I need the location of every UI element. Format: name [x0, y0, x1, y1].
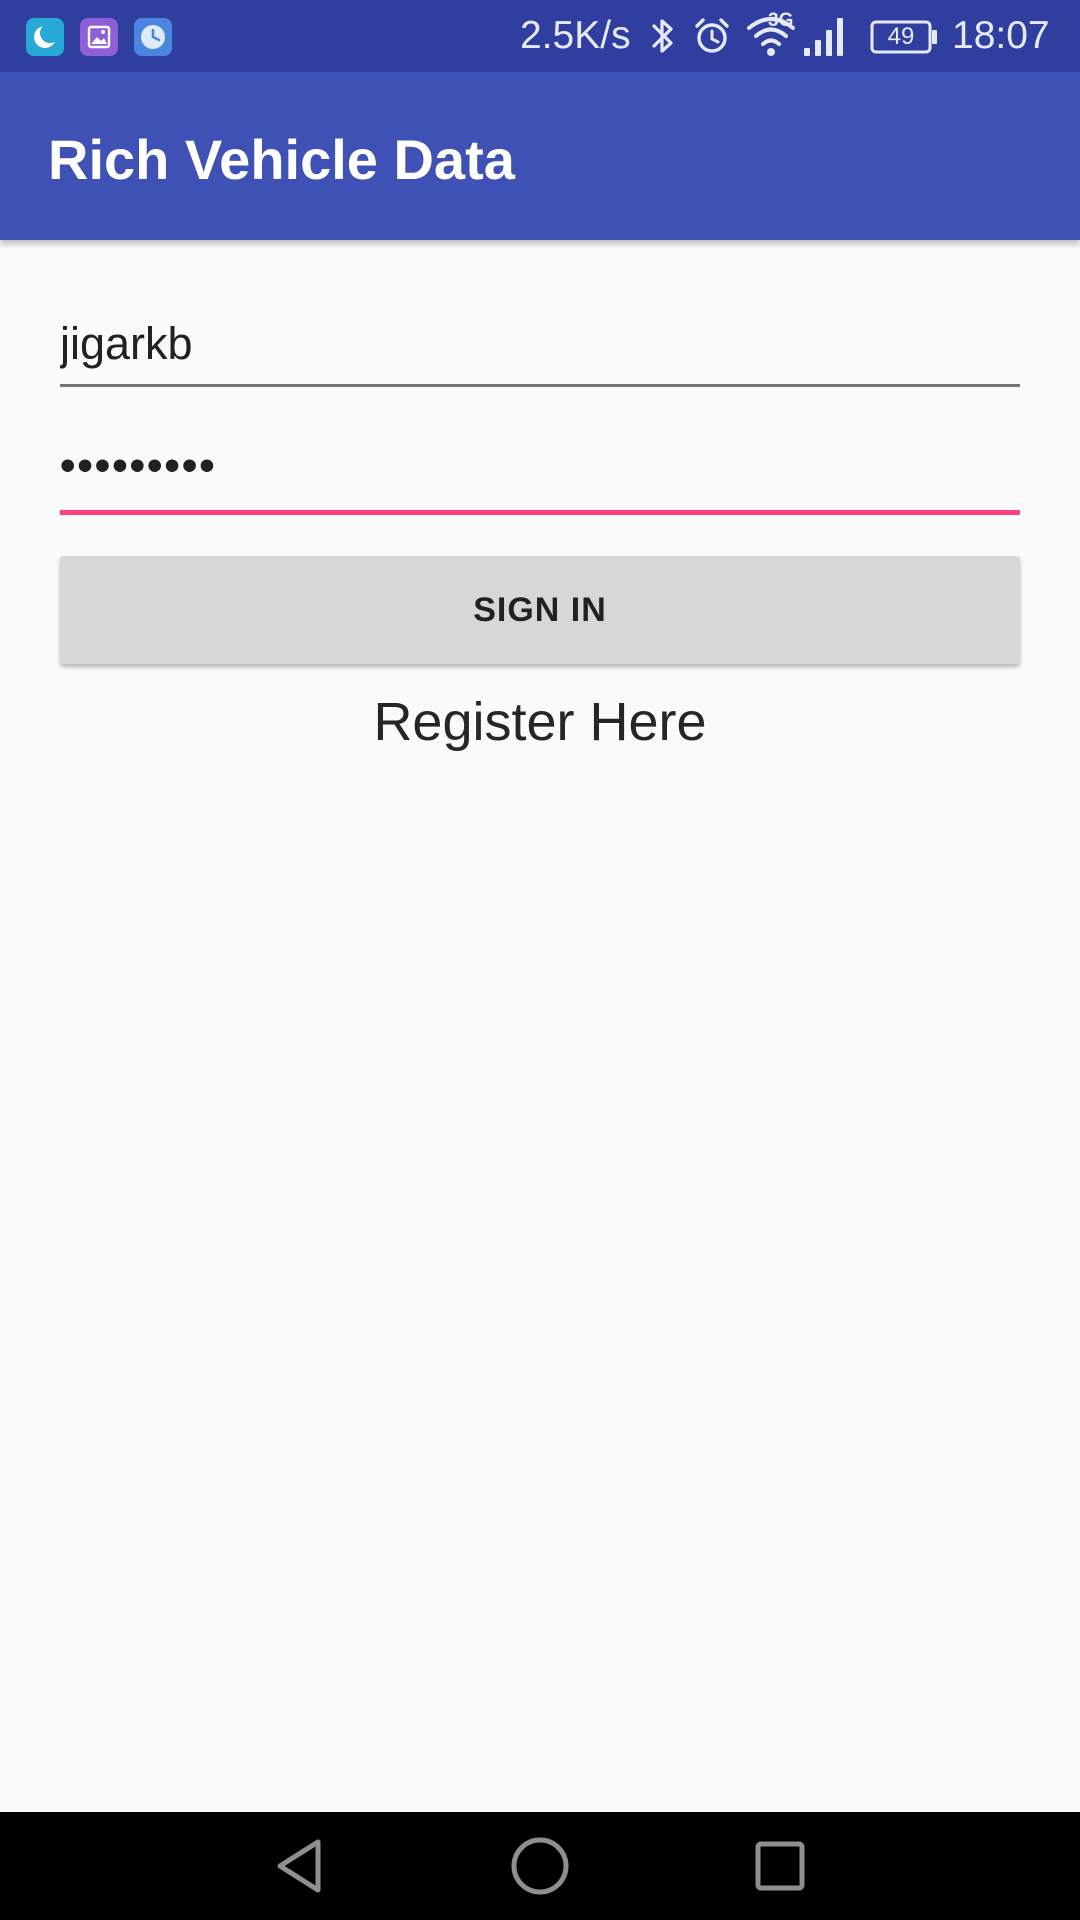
sign-in-button[interactable]: SIGN IN	[60, 556, 1020, 664]
status-bar: 2.5K/s 3G 49 18:07	[0, 0, 1080, 72]
password-field[interactable]	[60, 438, 1020, 518]
bluetooth-icon	[652, 19, 673, 53]
app-title: Rich Vehicle Data	[48, 128, 515, 191]
password-underline	[60, 510, 1020, 515]
clock-app-icon	[134, 18, 172, 56]
clock-time: 18:07	[952, 14, 1050, 57]
gallery-app-icon	[80, 18, 118, 56]
username-underline	[60, 384, 1020, 387]
register-link[interactable]: Register Here	[0, 690, 1080, 754]
alarm-icon	[695, 18, 729, 53]
battery-icon: 49	[870, 20, 937, 54]
username-input[interactable]	[60, 316, 1020, 372]
password-input[interactable]	[60, 438, 1020, 494]
signal-icon	[804, 18, 843, 56]
home-icon[interactable]	[504, 1830, 576, 1902]
network-speed: 2.5K/s	[520, 14, 631, 57]
navigation-bar	[0, 1812, 1080, 1920]
back-icon[interactable]	[264, 1830, 336, 1902]
moon-app-icon	[26, 18, 64, 56]
network-type: 3G	[768, 10, 794, 31]
battery-level: 49	[887, 23, 915, 50]
app-bar: Rich Vehicle Data	[0, 72, 1080, 240]
status-indicators: 2.5K/s 3G 49 18:07	[520, 0, 1080, 72]
recents-icon[interactable]	[744, 1830, 816, 1902]
username-field[interactable]	[60, 316, 1020, 388]
